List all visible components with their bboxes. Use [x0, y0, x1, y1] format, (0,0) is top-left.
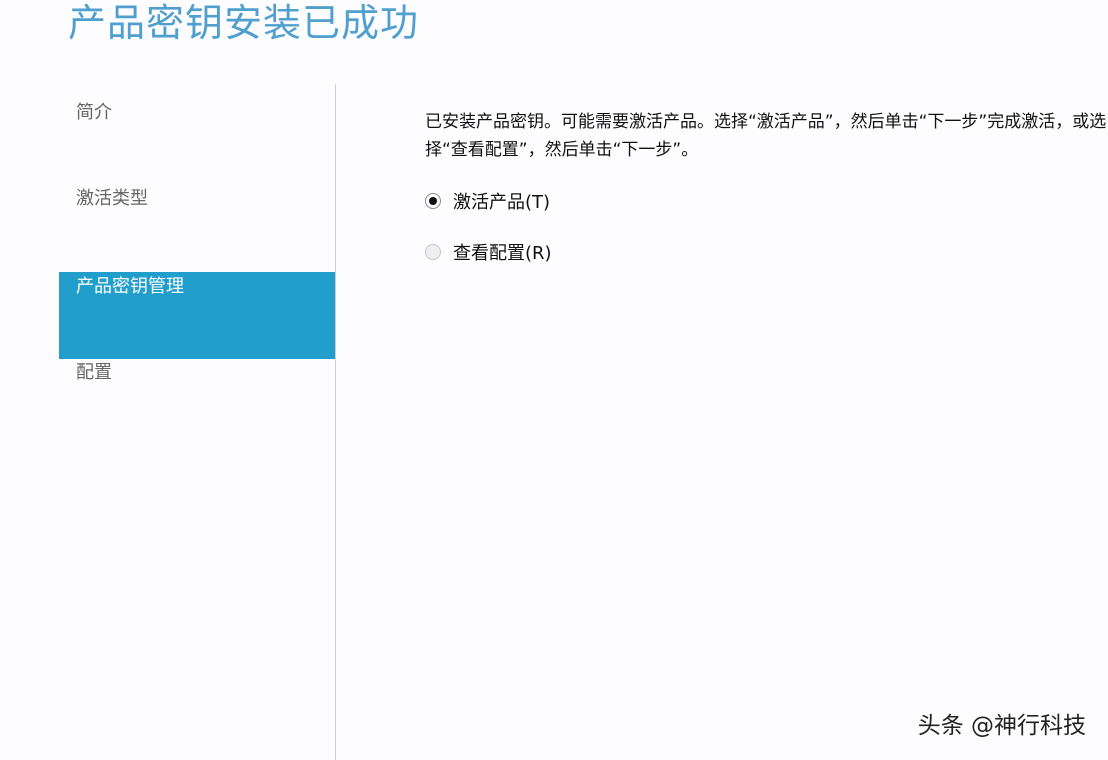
page-title: 产品密钥安装已成功: [68, 1, 420, 45]
watermark: 头条 @神行科技: [917, 713, 1086, 739]
radio-view-configuration-label[interactable]: 查看配置(R): [453, 239, 552, 265]
description-text: 已安装产品密钥。可能需要激活产品。选择“激活产品”，然后单击“下一步”完成激活，…: [425, 112, 1107, 160]
radio-unchecked-icon[interactable]: [425, 244, 441, 260]
radio-activate-product[interactable]: 激活产品(T): [425, 188, 550, 214]
divider: [335, 84, 336, 760]
radio-checked-icon[interactable]: [425, 193, 441, 209]
sidebar-item-product-key-management[interactable]: 产品密钥管理: [59, 272, 335, 359]
sidebar-item-activation-type[interactable]: 激活类型: [59, 184, 335, 214]
sidebar-item-configuration[interactable]: 配置: [59, 358, 335, 388]
sidebar-nav: 简介 激活类型 产品密钥管理 配置: [59, 84, 335, 760]
sidebar-item-intro[interactable]: 简介: [59, 98, 335, 128]
radio-activate-label[interactable]: 激活产品(T): [453, 188, 550, 214]
main-panel: 已安装产品密钥。可能需要激活产品。选择“激活产品”，然后单击“下一步”完成激活，…: [425, 108, 1108, 308]
radio-view-configuration[interactable]: 查看配置(R): [425, 239, 552, 265]
